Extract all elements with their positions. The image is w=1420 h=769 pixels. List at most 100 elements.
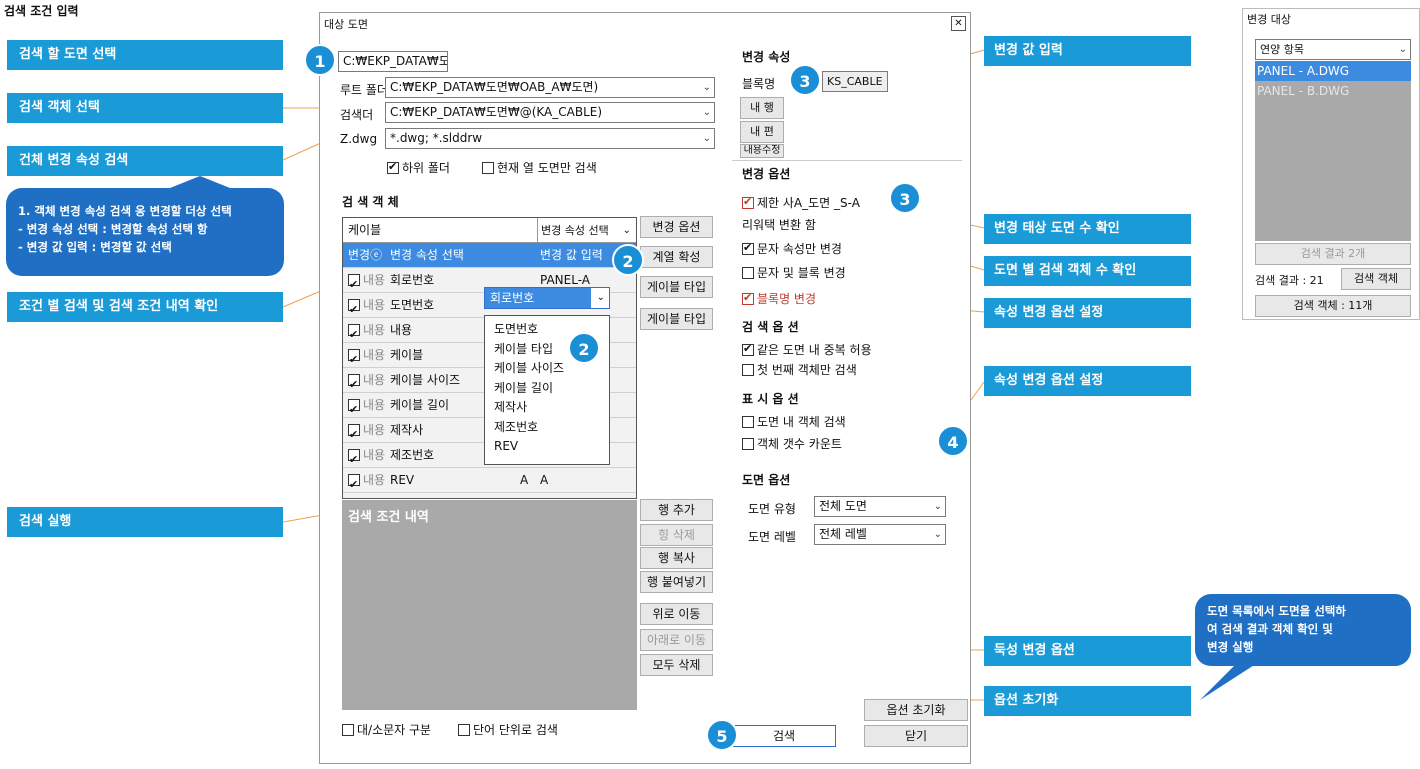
search-folder-label: 검색더 (340, 108, 374, 122)
row-tag-text: 내용 (363, 423, 386, 437)
checkbox-icon[interactable] (348, 347, 360, 368)
path-input[interactable]: C:₩EKP_DATA₩도면 (338, 51, 448, 72)
block-name-label: 블록명 (742, 77, 776, 91)
target-drawing-dialog: 대상 도면 ✕ C:₩EKP_DATA₩도면 루트 폴더 C:₩EKP_DATA… (319, 12, 971, 764)
root-folder-combo[interactable]: C:₩EKP_DATA₩도면₩OAB_A₩도면) ⌄ (385, 77, 715, 98)
allow-duplicate-option[interactable]: 같은 도면 내 중복 허용 (742, 341, 872, 358)
checkbox-icon (742, 364, 754, 376)
case-sensitive-option[interactable]: 대/소문자 구분 (342, 721, 431, 738)
grid-header-combo[interactable]: 변경 속성 선택 ⌄ (537, 218, 635, 243)
checkbox-icon[interactable] (348, 322, 360, 343)
attribute-select-combo[interactable]: 회로번호 ⌄ (484, 287, 610, 309)
drawing-type-label: 도면 유형 (748, 502, 796, 516)
chevron-down-icon: ⌄ (702, 107, 711, 118)
change-option-button[interactable]: 변경 옵션 (640, 216, 713, 238)
reset-option-button[interactable]: 옵션 초기화 (864, 699, 968, 721)
row-tag: 내용 (345, 393, 389, 418)
checkbox-icon[interactable] (348, 472, 360, 493)
text-block-option[interactable]: 문자 및 블록 변경 (742, 264, 846, 281)
first-only-label: 첫 번째 객체만 검색 (757, 363, 857, 377)
close-button[interactable]: 닫기 (864, 725, 968, 747)
checkbox-icon[interactable] (348, 422, 360, 443)
whole-word-option[interactable]: 단어 단위로 검색 (458, 721, 558, 738)
first-only-option[interactable]: 첫 번째 객체만 검색 (742, 361, 857, 378)
checkbox-icon (742, 342, 754, 356)
activate-button[interactable]: 계열 확성 (640, 246, 713, 268)
search-button[interactable]: 검색 (732, 725, 836, 747)
delete-all-button[interactable]: 모두 삭제 (640, 654, 713, 676)
checkbox-icon[interactable] (348, 397, 360, 418)
content-edit-button[interactable]: 내용수정 (740, 144, 784, 158)
inner-row-button[interactable]: 내 행 (740, 97, 784, 119)
drawing-level-combo[interactable]: 전체 레벨 ⌄ (814, 524, 946, 545)
checkbox-icon (742, 291, 754, 305)
change-target-value: 연양 항목 (1260, 43, 1304, 56)
dropdown-item[interactable]: 제작사 (485, 398, 609, 418)
step-marker-2: 2 (612, 244, 644, 276)
bubble-line: 변경 실행 (1207, 640, 1254, 654)
row-tag-text: 내용 (363, 348, 386, 362)
drawing-list: PANEL - A.DWG PANEL - B.DWG (1255, 61, 1411, 241)
callout-attr-option: 속성 변경 옵션 설정 (984, 298, 1191, 328)
change-option-target[interactable]: 제한 사A_도면 _S-A (742, 194, 860, 211)
step-marker-1: 1 (304, 44, 336, 76)
chevron-down-icon: ⌄ (933, 529, 942, 540)
inner-edit-button[interactable]: 내 편 (740, 121, 784, 143)
close-icon[interactable]: ✕ (951, 16, 966, 31)
callout-attr-change-option: 둑성 변경 옵션 (984, 636, 1191, 666)
cable-type-button-2[interactable]: 게이블 타입 (640, 308, 713, 330)
move-up-button[interactable]: 위로 이동 (640, 603, 713, 625)
add-row-button[interactable]: 행 추가 (640, 499, 713, 521)
dialog-title: 대상 도면 (324, 18, 368, 31)
checkbox-icon[interactable] (348, 297, 360, 318)
move-down-button[interactable]: 아래로 이동 (640, 629, 713, 651)
text-only-option[interactable]: 문자 속성만 변경 (742, 240, 842, 257)
list-item[interactable]: PANEL - B.DWG (1255, 81, 1411, 101)
checkbox-icon (342, 724, 354, 736)
count-option[interactable]: 객체 갯수 카운트 (742, 435, 842, 452)
copy-row-button[interactable]: 행 복사 (640, 547, 713, 569)
page-title: 검색 조건 입력 (4, 4, 79, 18)
extension-combo[interactable]: *.dwg; *.slddrw ⌄ (385, 128, 715, 149)
table-row[interactable]: 내용 REV A A (343, 468, 636, 493)
checkbox-icon (742, 195, 754, 209)
object-count-button[interactable]: 검색 객체 : 11개 (1255, 295, 1411, 317)
row-value: A (540, 473, 549, 487)
search-option-title: 검 색 옵 션 (742, 320, 799, 334)
block-name-option[interactable]: 블록명 변경 (742, 290, 816, 307)
row-tag-text: 내용 (363, 473, 386, 487)
dropdown-item[interactable]: REV (485, 437, 609, 457)
search-object-button[interactable]: 검색 객체 (1341, 268, 1411, 290)
row-tag-text: 내용 (363, 398, 386, 412)
result-label: 검색 결과 : 21 (1255, 274, 1324, 287)
root-folder-value: C:₩EKP_DATA₩도면₩OAB_A₩도면) (390, 80, 599, 94)
in-drawing-option[interactable]: 도면 내 객체 검색 (742, 413, 846, 430)
row-tag-text: 내용 (363, 298, 386, 312)
search-folder-combo[interactable]: C:₩EKP_DATA₩도면₩@(KA_CABLE) ⌄ (385, 102, 715, 123)
row-tag-text: 내용 (363, 373, 386, 387)
open-drawing-option[interactable]: 현재 열 도면만 검색 (482, 159, 597, 176)
result-count-button[interactable]: 검색 결과 2개 (1255, 243, 1411, 265)
dropdown-item[interactable]: 케이블 길이 (485, 379, 609, 399)
checkbox-icon (482, 162, 494, 174)
bubble-line: 여 검색 결과 객체 확인 및 (1207, 622, 1333, 636)
drawing-type-combo[interactable]: 전체 도면 ⌄ (814, 496, 946, 517)
checkbox-icon (742, 267, 754, 279)
row-name: REV (390, 473, 415, 487)
paste-row-button[interactable]: 행 붙여넣기 (640, 571, 713, 593)
checkbox-icon[interactable] (348, 372, 360, 393)
block-name-input[interactable]: KS_CABLE (822, 71, 888, 92)
dropdown-item[interactable]: 제조번호 (485, 418, 609, 438)
checkbox-icon[interactable] (348, 272, 360, 293)
checkbox-icon[interactable] (348, 447, 360, 468)
row-tag: 내용 (345, 468, 389, 493)
delete-row-button[interactable]: 힝 삭제 (640, 524, 713, 546)
subfolder-option[interactable]: 하위 폴더 (387, 159, 450, 176)
list-item[interactable]: PANEL - A.DWG (1255, 61, 1411, 81)
cable-type-button[interactable]: 게이블 타입 (640, 276, 713, 298)
block-name-option-label: 블록명 변경 (757, 292, 817, 306)
search-history-area: 검색 조건 내역 (342, 500, 637, 710)
change-option-sub: 리워택 변환 함 (742, 218, 816, 232)
change-target-combo[interactable]: 연양 항목 ⌄ (1255, 39, 1411, 60)
row-tag: 내용 (345, 343, 389, 368)
